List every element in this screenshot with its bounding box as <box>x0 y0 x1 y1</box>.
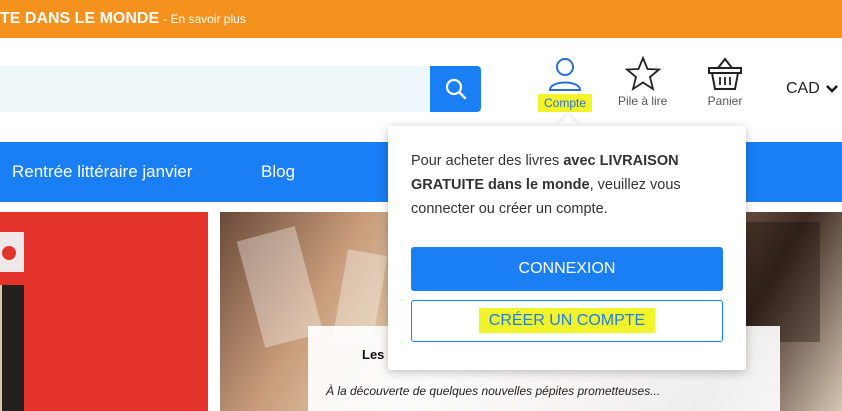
basket-icon <box>708 57 742 90</box>
wishlist-label: Pile à lire <box>618 94 668 108</box>
login-button[interactable]: CONNEXION <box>411 247 723 291</box>
search-icon <box>445 78 466 100</box>
search-input[interactable] <box>0 66 430 112</box>
red-dot <box>2 246 16 260</box>
promo-link[interactable]: - En savoir plus <box>163 12 246 26</box>
book-cover-image <box>0 232 24 272</box>
promo-bar[interactable]: TE DANS LE MONDE - En savoir plus <box>0 0 842 38</box>
wishlist-button[interactable]: Pile à lire <box>618 56 667 108</box>
popup-message: Pour acheter des livres avec LIVRAISON G… <box>411 149 731 221</box>
chevron-down-icon <box>825 85 838 93</box>
nav-item-blog[interactable]: Blog <box>261 162 295 182</box>
account-button[interactable]: Compte <box>538 56 593 112</box>
cart-button[interactable]: Panier <box>706 56 744 108</box>
promo-bold-text: TE DANS LE MONDE <box>0 10 160 27</box>
promo-banner-left[interactable] <box>0 212 208 411</box>
cart-label: Panier <box>707 94 743 108</box>
account-label: Compte <box>538 94 593 112</box>
book-cover-image <box>0 285 24 411</box>
create-account-button[interactable]: CRÉER UN COMPTE <box>411 300 723 342</box>
banner-caption-title: Les <box>362 347 385 362</box>
currency-selector[interactable]: CAD <box>786 80 838 98</box>
star-icon <box>624 56 662 92</box>
banner-caption-text: À la découverte de quelques nouvelles pé… <box>326 384 661 398</box>
user-icon <box>549 58 582 91</box>
currency-value: CAD <box>786 80 820 97</box>
create-account-label: CRÉER UN COMPTE <box>478 308 656 333</box>
account-popup: Pour acheter des livres avec LIVRAISON G… <box>388 126 746 370</box>
popup-text-part: Pour acheter des livres <box>411 153 564 169</box>
nav-item-rentree[interactable]: Rentrée littéraire janvier <box>12 162 192 182</box>
search-button[interactable] <box>430 66 481 112</box>
